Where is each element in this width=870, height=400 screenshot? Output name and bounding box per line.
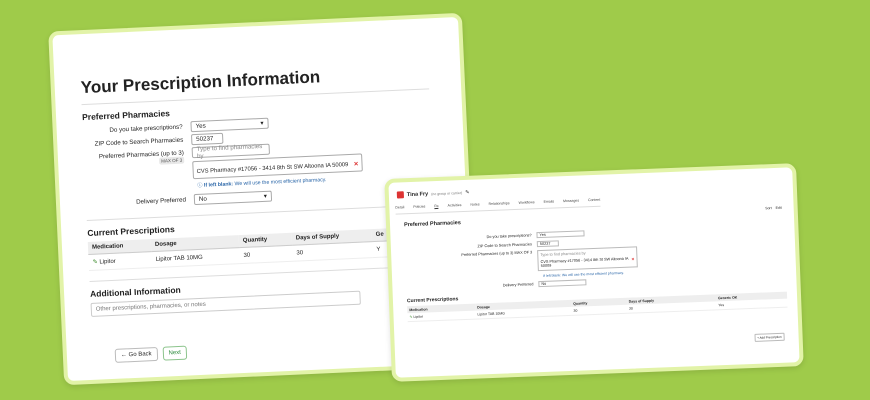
tab-rx[interactable]: Rx	[434, 203, 439, 210]
preferred-pharmacies-heading: Preferred Pharmacies	[403, 220, 461, 229]
zip-label: ZIP Code to Search Pharmacies	[94, 136, 184, 148]
arrow-left-icon: ←	[120, 352, 128, 359]
tab-notes[interactable]: Notes	[470, 202, 479, 207]
quantity-cell: 30	[239, 245, 293, 264]
tab-policies[interactable]: Policies	[413, 204, 425, 209]
next-button[interactable]: Next	[162, 345, 188, 361]
info-icon: ⓘ	[197, 182, 203, 189]
tab-workflows[interactable]: Workflows	[518, 200, 534, 206]
pharmacy-search-placeholder: Type to find pharmacies by	[196, 142, 263, 160]
tab-detail[interactable]: Detail	[395, 205, 404, 210]
generic-cell: Yes	[716, 298, 788, 310]
edit-button[interactable]: Edit	[776, 206, 782, 210]
sort-button[interactable]: Sort	[765, 206, 772, 210]
hint-text: We will use the most efficient pharmacy.	[234, 177, 327, 188]
page-title: Your Prescription Information	[80, 67, 321, 98]
pharmacy-chip: CVS Pharmacy #17056 - 3414 8th St SW Alt…	[197, 162, 359, 175]
delivery-select[interactable]: No ▾	[193, 190, 273, 206]
pharmacy-chip-label: CVS Pharmacy #17056 - 3414 8th St SW Alt…	[196, 162, 349, 175]
avatar	[396, 191, 405, 199]
zip-input[interactable]: 50237	[536, 240, 559, 248]
pharmacies-field: Type to find pharmacies by CVS Pharmacy …	[191, 139, 363, 180]
take-rx-select[interactable]: Yes ▾	[190, 117, 269, 133]
tab-content[interactable]: Content	[588, 198, 600, 203]
pharmacy-chip: CVS Pharmacy #17056 - 3414 8th St SW Alt…	[540, 256, 634, 268]
remove-pharmacy-icon[interactable]: ✕	[354, 162, 359, 168]
profile-body: Do you take prescriptions? Yes ZIP Code …	[390, 219, 797, 322]
profile-subtitle: (no group or carrier)	[431, 190, 463, 196]
pencil-icon[interactable]: ✎	[409, 315, 412, 319]
max-tag: MAX OF 3	[159, 156, 185, 165]
crm-profile-card: Tina Fry (no group or carrier) ✎ Detail …	[384, 163, 804, 382]
delivery-select[interactable]: No	[538, 279, 587, 288]
delivery-label: Delivery Preferred	[502, 282, 534, 288]
medication-cell: ✎ Lipitor	[407, 310, 476, 322]
add-prescription-button[interactable]: + Add Prescription	[754, 332, 785, 342]
hint-bold: If left blank:	[203, 181, 234, 189]
delivery-label: Delivery Preferred	[135, 196, 187, 206]
pharmacy-search-input[interactable]: Type to find pharmacies by	[191, 142, 270, 160]
pencil-icon[interactable]: ✎	[93, 260, 98, 266]
profile-tabs: Detail Policies Rx Activities Notes Rela…	[395, 197, 601, 215]
profile-name: Tina Fry	[406, 190, 429, 198]
medication-name: Lipitor	[99, 258, 116, 266]
pharmacy-chip-label: CVS Pharmacy #17056 - 3414 8th St SW Alt…	[540, 256, 629, 269]
medication-cell: ✎ Lipitor	[88, 251, 152, 271]
go-back-label: Go Back	[128, 351, 152, 359]
quantity-cell: 30	[571, 304, 628, 316]
take-rx-select[interactable]: Yes	[536, 230, 585, 239]
take-rx-value: Yes	[195, 122, 206, 130]
chevron-down-icon: ▾	[260, 119, 264, 128]
take-rx-label: Do you take prescriptions?	[109, 123, 183, 134]
tab-emails[interactable]: Emails	[544, 199, 555, 204]
pharmacy-search-input[interactable]: Type to find pharmacies by	[540, 249, 634, 257]
tab-activities[interactable]: Activities	[448, 203, 462, 209]
form-footer: ← Go Back Next	[114, 345, 188, 363]
dosage-cell: Lipitor TAB 10MG	[151, 247, 240, 268]
pharmacies-label: Preferred Pharmacies (up to 3) MAX OF 3	[84, 147, 193, 168]
days-supply-cell: 30	[292, 241, 373, 262]
pharmacies-field: Type to find pharmacies by CVS Pharmacy …	[537, 246, 638, 272]
go-back-button[interactable]: ← Go Back	[114, 346, 158, 363]
delivery-value: No	[198, 195, 208, 203]
zip-input[interactable]: 50237	[190, 132, 224, 146]
tab-relationships[interactable]: Relationships	[488, 201, 509, 207]
chevron-down-icon: ▾	[263, 192, 268, 200]
tab-messages[interactable]: Messages	[563, 199, 579, 205]
profile-header: Tina Fry (no group or carrier) ✎	[396, 189, 470, 199]
pencil-icon[interactable]: ✎	[465, 189, 470, 195]
remove-pharmacy-icon[interactable]: ✕	[631, 256, 634, 264]
header-controls: Sort Edit	[765, 206, 782, 211]
medication-name: Lipitor	[413, 314, 424, 319]
